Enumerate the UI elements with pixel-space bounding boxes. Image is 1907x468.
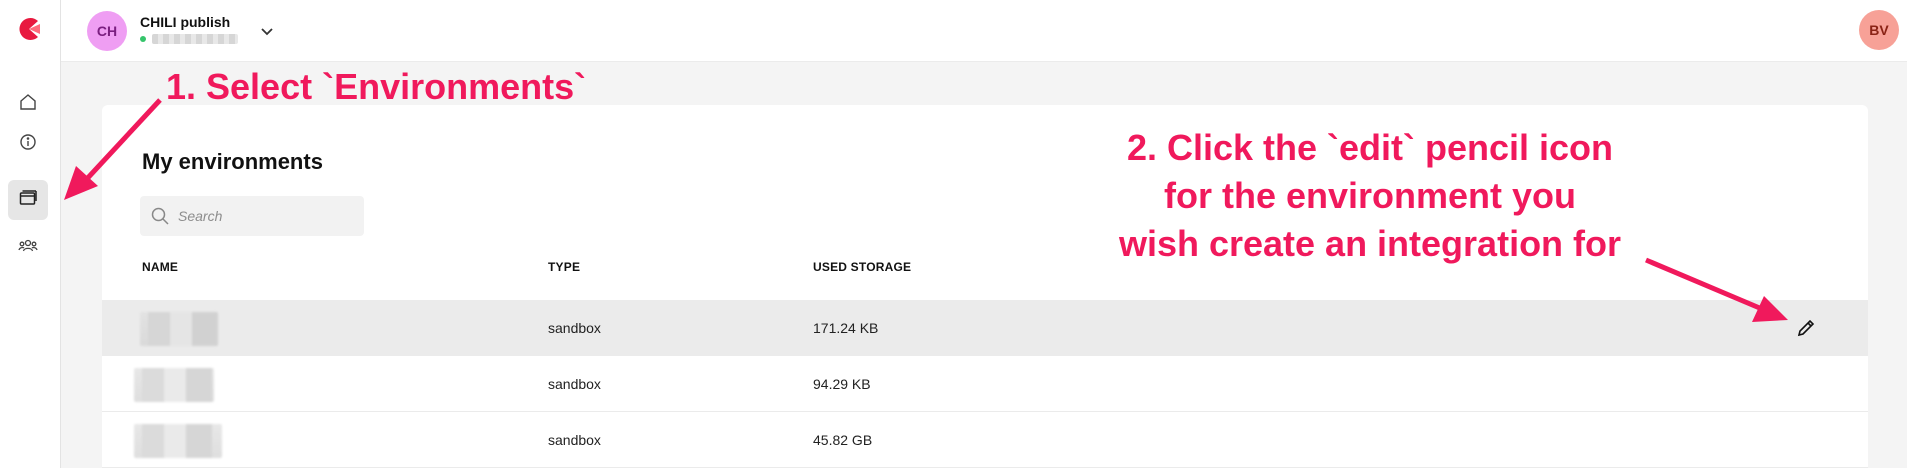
page-title: My environments bbox=[142, 149, 323, 174]
search-icon bbox=[150, 206, 170, 226]
column-header-name[interactable]: NAME bbox=[142, 260, 178, 274]
column-header-type[interactable]: TYPE bbox=[548, 260, 580, 274]
environment-type: sandbox bbox=[548, 376, 601, 392]
sidebar-item-home[interactable] bbox=[8, 84, 48, 124]
search-box[interactable] bbox=[140, 196, 364, 236]
status-dot-icon bbox=[140, 36, 146, 42]
chevron-down-icon[interactable] bbox=[258, 22, 276, 40]
environment-storage: 171.24 KB bbox=[813, 320, 879, 336]
annotation-step-2-line-2: for the environment you bbox=[1163, 175, 1577, 216]
chili-logo-icon[interactable] bbox=[16, 16, 42, 42]
environment-name-redacted bbox=[140, 312, 218, 346]
workspace-subtitle-redacted bbox=[152, 34, 238, 44]
table-row[interactable]: sandbox 45.82 GB bbox=[102, 412, 1868, 468]
sidebar-item-users[interactable] bbox=[8, 228, 48, 268]
environment-storage: 94.29 KB bbox=[813, 376, 871, 392]
workspace-name[interactable]: CHILI publish bbox=[140, 14, 230, 30]
topbar: CH CHILI publish BV bbox=[61, 0, 1907, 62]
annotation-step-2: 2. Click the `edit` pencil icon for the … bbox=[1040, 124, 1700, 268]
environment-storage: 45.82 GB bbox=[813, 432, 873, 448]
annotation-step-2-line-3: wish create an integration for bbox=[1118, 223, 1622, 264]
column-header-used-storage[interactable]: USED STORAGE bbox=[813, 260, 911, 274]
annotation-step-2-line-1: 2. Click the `edit` pencil icon bbox=[1126, 127, 1614, 168]
search-input[interactable] bbox=[178, 196, 358, 236]
environment-name-redacted bbox=[134, 424, 222, 458]
annotation-step-1: 1. Select `Environments` bbox=[166, 66, 587, 107]
sidebar-item-info[interactable] bbox=[8, 124, 48, 164]
sidebar-item-environments[interactable] bbox=[8, 180, 48, 220]
table-row[interactable]: sandbox 94.29 KB bbox=[102, 356, 1868, 412]
workspace-avatar[interactable]: CH bbox=[87, 11, 127, 51]
table-row[interactable]: sandbox 171.24 KB bbox=[102, 300, 1868, 356]
user-avatar[interactable]: BV bbox=[1859, 10, 1899, 50]
environment-name-redacted bbox=[134, 368, 214, 402]
environment-type: sandbox bbox=[548, 432, 601, 448]
users-icon bbox=[18, 237, 38, 260]
info-icon bbox=[19, 133, 37, 156]
edit-pencil-icon[interactable] bbox=[1794, 316, 1818, 340]
home-icon bbox=[19, 93, 37, 116]
environments-icon bbox=[19, 189, 37, 212]
environment-type: sandbox bbox=[548, 320, 601, 336]
sidebar bbox=[0, 0, 61, 468]
